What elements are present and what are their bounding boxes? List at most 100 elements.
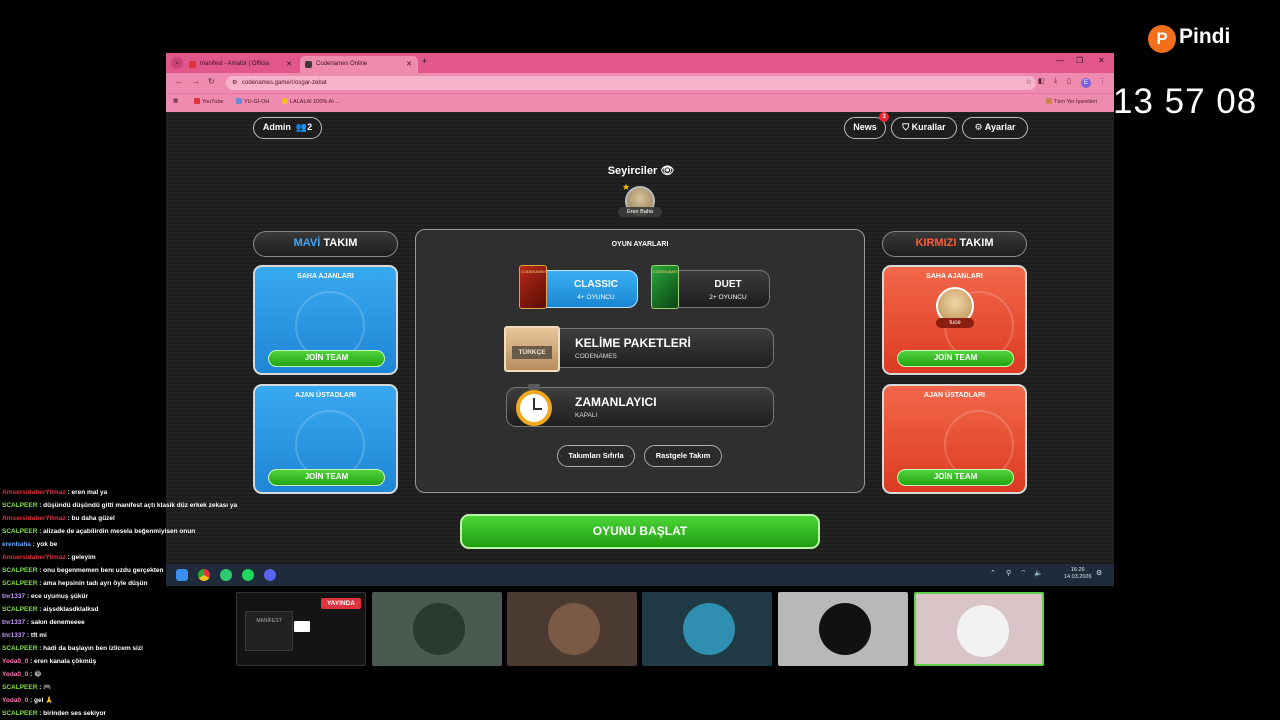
notification-icon[interactable]: ⚙ [1096, 569, 1102, 577]
chat-username[interactable]: tnr1337 [2, 619, 25, 626]
alarm-clock-icon [515, 384, 553, 428]
timer-button[interactable]: ZAMANLAYICI KAPALI [506, 384, 774, 428]
eye-icon: 👁 [660, 165, 675, 177]
join-red-spymasters-button[interactable]: JOİN TEAM [897, 469, 1014, 486]
chat-text: : bu daha güzel [65, 515, 115, 522]
chat-text: : 🎮 [37, 684, 52, 691]
chat-username[interactable]: Yoda0_0 [2, 658, 28, 665]
reload-icon[interactable]: ↻ [208, 77, 215, 86]
windows-taskbar: ⌃ ⚲ ⌔ 🔈 16:26 14.03.2026 ⚙ [166, 564, 1114, 586]
mode-duet-button[interactable]: CODENAMES DUET 2+ OYUNCU [651, 265, 770, 309]
mode-classic-button[interactable]: CODENAMES CLASSIC 4+ OYUNCU [519, 265, 638, 309]
crown-icon: ★ [622, 182, 631, 192]
start-game-button[interactable]: OYUNU BAŞLAT [460, 514, 820, 549]
bookmarks-bar: ▦ YouTube YU-Gİ-OH LALALAI 100% AI ... T… [166, 93, 1114, 112]
mic-icon[interactable]: ⚲ [1006, 569, 1011, 577]
reset-teams-button[interactable]: Takımları Sıfırla [557, 445, 635, 467]
bookmark-icon [236, 98, 242, 104]
maximize-icon[interactable]: ❐ [1076, 56, 1083, 65]
tab-codenames[interactable]: Codenames Online ✕ [300, 56, 418, 73]
chat-text: : düşündü düşündü gitti manifest açtı kl… [37, 502, 238, 509]
chat-username[interactable]: erenbaha [2, 541, 31, 548]
blue-operatives-card: SAHA AJANLARI JOİN TEAM [253, 265, 398, 375]
close-icon[interactable]: ✕ [406, 56, 412, 73]
menu-icon[interactable]: ⋮ [1099, 77, 1106, 85]
tray-chevron-icon[interactable]: ⌃ [990, 569, 996, 577]
new-tab-icon[interactable]: + [422, 56, 427, 66]
chat-username[interactable]: SCALPEER [2, 710, 37, 717]
chat-username[interactable]: AmsersidaberYilmaz [2, 515, 66, 522]
participant-cam[interactable] [507, 592, 637, 666]
all-bookmarks[interactable]: Tüm Yer İşaretleri [1046, 98, 1097, 105]
chat-username[interactable]: AmsersidaberYilmaz [2, 489, 66, 496]
taskbar-clock[interactable]: 16:26 14.03.2026 [1064, 567, 1092, 581]
join-blue-operatives-button[interactable]: JOİN TEAM [268, 350, 385, 367]
participant-cam[interactable] [642, 592, 772, 666]
chat-message: SCALPEER : aişsdklasdklalksd [2, 603, 247, 616]
close-icon[interactable]: ✕ [286, 56, 292, 73]
close-window-icon[interactable]: ✕ [1098, 56, 1105, 65]
tab-manifest[interactable]: manifest - Amatör | Officia ✕ [184, 56, 298, 73]
settings-button[interactable]: ⚙ Ayarlar [962, 117, 1028, 139]
chat-message: AmsersidaberYilmaz : geleyim [2, 551, 247, 564]
chat-username[interactable]: SCALPEER [2, 502, 37, 509]
wifi-icon[interactable]: ⌔ [1020, 569, 1027, 578]
sidepanel-icon[interactable]: ▯ [1067, 77, 1071, 85]
avatar [413, 603, 465, 655]
url-text: codenames.game/r/osgar-zebat [242, 80, 327, 86]
discord-icon[interactable] [264, 569, 276, 581]
bookmark-youtube[interactable]: YouTube [194, 98, 224, 105]
bookmark-yugioh[interactable]: YU-Gİ-OH [236, 98, 269, 105]
minimize-icon[interactable]: — [1056, 56, 1064, 65]
screen-share-tile[interactable]: MANİFEST YAYINDA [236, 592, 366, 666]
site-info-icon[interactable]: ⚙ [232, 76, 237, 90]
red-team-title: KIRMIZI TAKIM [882, 231, 1027, 257]
participant-cam[interactable] [778, 592, 908, 666]
chat-username[interactable]: SCALPEER [2, 580, 37, 587]
chat-text: : onu begenmemen benı uzdu gerçekten [37, 567, 164, 574]
download-icon[interactable]: ⤓ [1054, 77, 1057, 85]
url-field[interactable]: ⚙ codenames.game/r/osgar-zebat ☆ [226, 76, 1036, 90]
admin-button[interactable]: Admin 👥2 [253, 117, 322, 139]
bookmark-lalalai[interactable]: LALALAI 100% AI ... [282, 98, 340, 105]
chat-username[interactable]: SCALPEER [2, 606, 37, 613]
bookmark-star-icon[interactable]: ☆ [1026, 76, 1032, 90]
shared-screen-thumbnail: MANİFEST [245, 611, 293, 651]
chat-username[interactable]: AmsersidaberYilmaz [2, 554, 66, 561]
red-operatives-card: SAHA AJANLARI tuce JOİN TEAM [882, 265, 1027, 375]
random-teams-button[interactable]: Rastgele Takım [644, 445, 722, 467]
chat-username[interactable]: SCALPEER [2, 528, 37, 535]
apps-icon[interactable]: ▦ [173, 98, 178, 104]
chat-username[interactable]: Yoda0_0 [2, 671, 28, 678]
tab-search-icon[interactable]: ⌄ [171, 57, 183, 69]
chat-text: : ama hepsinin tadı ayrı öyle düşün [37, 580, 148, 587]
chat-username[interactable]: tnr1337 [2, 593, 25, 600]
rules-button[interactable]: ⛉ Kurallar [891, 117, 957, 139]
extension-icon[interactable]: ◧ [1038, 77, 1045, 85]
news-button[interactable]: News 3 [844, 112, 889, 139]
volume-icon[interactable]: 🔈 [1034, 569, 1043, 577]
news-badge: 3 [879, 112, 889, 122]
chat-username[interactable]: tnr1337 [2, 632, 25, 639]
join-red-operatives-button[interactable]: JOİN TEAM [897, 350, 1014, 367]
chat-text: : tft mi [25, 632, 47, 639]
chat-message: AmsersidaberYilmaz : bu daha güzel [2, 512, 247, 525]
chat-username[interactable]: SCALPEER [2, 645, 37, 652]
profile-avatar[interactable]: E [1081, 78, 1091, 88]
participant-cam[interactable] [372, 592, 502, 666]
participant-cam[interactable] [914, 592, 1044, 666]
red-spymasters-card: AJAN ÜSTADLARI JOİN TEAM [882, 384, 1027, 494]
tab-title: manifest - Amatör | Officia [200, 61, 269, 67]
chat-text: : eren kanala çökmüş [28, 658, 97, 665]
chat-message: Yoda0_0 : gel 🙏 [2, 694, 247, 707]
chat-username[interactable]: SCALPEER [2, 684, 37, 691]
avatar [957, 605, 1009, 657]
forward-icon[interactable]: → [192, 77, 200, 86]
word-packs-button[interactable]: TÜRKÇE KELİME PAKETLERİ CODENAMES [504, 326, 774, 372]
chat-username[interactable]: SCALPEER [2, 567, 37, 574]
gear-icon: ⚙ [974, 122, 985, 132]
join-blue-spymasters-button[interactable]: JOİN TEAM [268, 469, 385, 486]
chat-message: tnr1337 : sakın denemeeee [2, 616, 247, 629]
chat-username[interactable]: Yoda0_0 [2, 697, 28, 704]
back-icon[interactable]: ← [175, 77, 183, 86]
